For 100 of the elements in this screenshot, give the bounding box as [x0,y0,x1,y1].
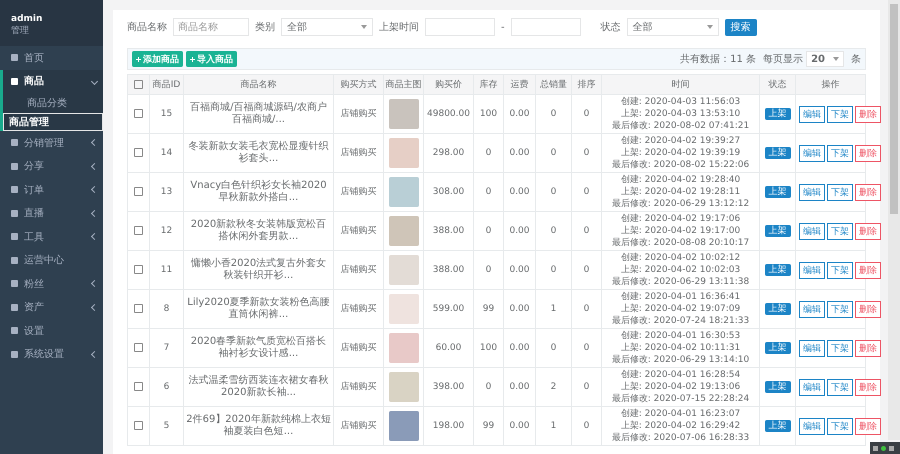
submenu-item[interactable]: 商品分类 [3,93,103,113]
name-field[interactable]: 商品名称 [173,18,249,36]
created-time: 创建: 2020-04-01 16:23:07 [620,408,742,420]
delist-button[interactable]: 下架 [827,300,853,318]
delist-button[interactable]: 下架 [827,340,853,356]
status-badge: 上架 [764,146,790,158]
table-cell: 0 [474,134,504,172]
row-checkbox[interactable] [134,264,143,274]
edit-button[interactable]: 编辑 [799,222,825,240]
user-role: 管理 [11,24,30,37]
table-cell: 0.00 [504,94,536,134]
delist-button[interactable]: 下架 [827,262,853,278]
row-checkbox[interactable] [134,304,143,313]
menu-item[interactable]: 商品 [3,70,103,93]
table-cell: 0 [572,328,602,368]
table-cell: 99 [474,290,504,328]
row-checkbox[interactable] [134,382,143,391]
modified-time: 最后修改: 2020-07-24 18:21:33 [610,315,750,327]
delete-button[interactable]: 删除 [855,144,881,162]
edit-button[interactable]: 编辑 [799,184,825,200]
delist-button[interactable]: 下架 [827,106,853,122]
table-cell: 49800.00 [424,94,474,134]
table-cell: 60.00 [424,328,474,368]
edit-button[interactable]: 编辑 [799,262,825,278]
menu-item[interactable]: 系统设置 [3,342,103,366]
delete-button[interactable]: 删除 [855,106,881,122]
modified-time: 最后修改: 2020-06-29 13:14:10 [610,354,750,366]
caret-icon [361,25,367,29]
edit-button[interactable]: 编辑 [799,378,825,396]
edit-button[interactable]: 编辑 [799,340,825,356]
delist-button[interactable]: 下架 [827,378,853,396]
menu-item[interactable]: 订单 [3,178,103,202]
select-all-checkbox[interactable] [134,80,143,89]
date-field[interactable] [510,18,581,36]
delete-button[interactable]: 删除 [855,222,881,240]
table-cell: 0 [536,250,572,290]
delist-button[interactable]: 下架 [827,144,853,162]
delist-button[interactable]: 下架 [827,222,853,240]
edit-button[interactable]: 编辑 [799,106,825,122]
delete-button[interactable]: 删除 [855,340,881,356]
row-checkbox[interactable] [134,108,143,118]
delete-button[interactable]: 删除 [855,418,881,434]
scrollbar[interactable] [888,0,900,440]
delist-button[interactable]: 下架 [827,418,853,434]
menu-item[interactable]: 分销管理 [3,131,103,154]
table-cell: 8 [150,290,184,328]
delete-button[interactable]: 删除 [855,300,881,318]
table-cell: 2 [536,368,572,406]
date-field[interactable] [425,18,495,36]
menu-item[interactable]: 工具 [3,225,103,248]
delete-button[interactable]: 删除 [855,184,881,200]
submenu-item[interactable]: 商品管理 [3,113,103,131]
listed-time: 上架: 2020-04-02 19:28:11 [620,186,742,198]
row-checkbox[interactable] [134,342,143,352]
delist-button[interactable]: 下架 [827,184,853,200]
status-badge: 上架 [764,186,790,198]
column-header: 总销量 [536,74,572,94]
table-cell: 店铺购买 [334,250,384,290]
toolbar-button[interactable]: 添加商品 [132,51,183,67]
column-header: 购买方式 [334,74,384,94]
category-select[interactable]: 全部 [281,18,373,36]
table-cell: 0 [536,172,572,212]
menu-item[interactable]: 资产 [3,296,103,319]
table-cell: 14 [150,134,184,172]
modified-time: 最后修改: 2020-07-15 22:28:24 [610,393,750,405]
edit-button[interactable]: 编辑 [799,300,825,318]
per-page-select[interactable]: 20 [806,51,844,67]
menu-icon [11,233,18,240]
table-cell: 0 [536,328,572,368]
menu-item[interactable]: 直播 [3,202,103,225]
photo-placeholder [388,294,418,324]
delete-button[interactable]: 删除 [855,378,881,396]
status-select[interactable]: 全部 [626,18,719,36]
status-badge: 上架 [764,108,790,120]
menu-icon [11,54,18,62]
filter-label: 状态 [600,20,621,34]
menu-icon [11,162,18,170]
plus-icon [136,56,141,62]
delete-button[interactable]: 删除 [855,262,881,278]
row-checkbox[interactable] [134,420,143,430]
menu-item[interactable]: 运营中心 [3,248,103,272]
user-name: admin [11,14,44,24]
column-header: 购买价 [424,74,474,94]
status-badge: 上架 [764,302,790,314]
scrollbar-thumb[interactable] [890,4,898,214]
toolbar-button[interactable]: 导入商品 [186,51,237,67]
row-checkbox[interactable] [134,186,143,196]
edit-button[interactable]: 编辑 [799,144,825,162]
menu-item[interactable]: 首页 [3,46,103,70]
range-separator: - [501,22,505,32]
row-checkbox[interactable] [134,226,143,235]
menu-item[interactable]: 设置 [3,319,103,342]
row-checkbox[interactable] [134,148,143,157]
search-button[interactable]: 搜索 [724,18,757,36]
menu-item[interactable]: 分享 [3,154,103,178]
table-cell: 1 [536,290,572,328]
edit-button[interactable]: 编辑 [799,418,825,434]
menu-item[interactable]: 粉丝 [3,272,103,296]
table-cell: 0.00 [504,290,536,328]
status-badge: 上架 [764,342,790,354]
